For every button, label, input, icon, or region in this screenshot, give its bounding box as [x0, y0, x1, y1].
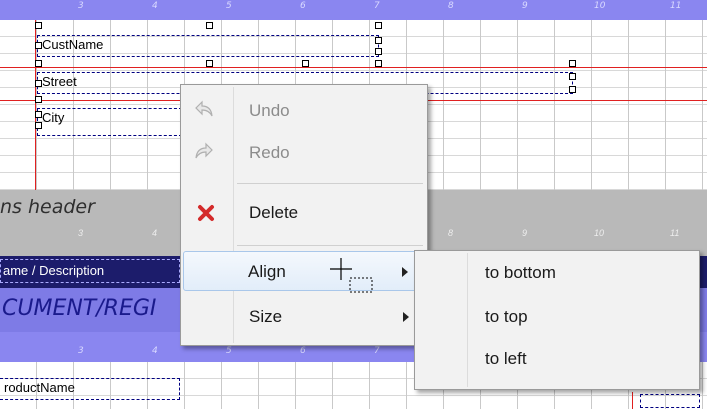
- menu-separator: [237, 183, 423, 184]
- column-header-label: ame / Description: [3, 263, 105, 278]
- menu-item-label: to top: [485, 307, 528, 326]
- ruler-tick: 10: [594, 228, 605, 238]
- resize-handle[interactable]: [206, 22, 213, 29]
- cust-name-field[interactable]: CustName: [37, 35, 379, 57]
- ruler-tick: 5: [226, 1, 232, 11]
- resize-handle[interactable]: [569, 73, 576, 80]
- section-title: ns header: [0, 196, 95, 218]
- menu-item-label: Size: [249, 307, 283, 326]
- ruler-tick: 10: [594, 1, 606, 11]
- resize-handle[interactable]: [569, 86, 576, 93]
- undo-icon: [193, 99, 215, 126]
- ruler-tick: 8: [448, 1, 454, 11]
- menu-item-label: Redo: [249, 143, 290, 162]
- ruler-tick: 3: [78, 1, 84, 11]
- resize-handle[interactable]: [302, 60, 309, 67]
- ruler-tick: 7: [374, 346, 380, 356]
- detail-field[interactable]: [640, 394, 700, 408]
- menu-item-label: to bottom: [485, 263, 556, 282]
- ruler-tick: 5: [226, 346, 232, 356]
- resize-handle[interactable]: [375, 48, 382, 55]
- resize-handle[interactable]: [375, 22, 382, 29]
- context-menu[interactable]: Undo Redo Delete Align Size: [180, 84, 428, 346]
- menu-item-label: Undo: [249, 101, 290, 120]
- resize-handle[interactable]: [375, 37, 382, 44]
- resize-handle[interactable]: [35, 60, 42, 67]
- ruler-tick: 3: [78, 346, 84, 356]
- menu-item-label: to left: [485, 349, 527, 368]
- ruler-tick: 6: [300, 1, 306, 11]
- guide-line: [0, 67, 707, 68]
- align-submenu[interactable]: to bottom to top to left: [414, 250, 700, 390]
- ruler-tick: 8: [448, 228, 454, 238]
- product-name-label: roductName: [4, 380, 75, 395]
- ruler-tick: 3: [78, 228, 84, 238]
- menu-separator: [237, 245, 423, 246]
- move-cursor-icon: [328, 256, 376, 301]
- menu-item-label: Delete: [249, 203, 299, 222]
- ruler-tick: 9: [522, 228, 528, 238]
- product-name-field[interactable]: roductName: [0, 378, 180, 400]
- submenu-item-to-top[interactable]: to top: [417, 297, 697, 337]
- ruler-tick: 4: [152, 346, 158, 356]
- resize-handle[interactable]: [35, 80, 42, 87]
- column-header-cell[interactable]: ame / Description: [0, 259, 180, 283]
- menu-item-undo[interactable]: Undo: [183, 91, 425, 131]
- submenu-item-to-left[interactable]: to left: [417, 339, 697, 379]
- street-label: Street: [42, 74, 77, 89]
- cust-name-label: CustName: [42, 37, 104, 52]
- menu-item-size[interactable]: Size: [183, 297, 425, 337]
- resize-handle[interactable]: [35, 96, 42, 103]
- ruler-tick: 11: [670, 228, 680, 238]
- resize-handle[interactable]: [35, 22, 42, 29]
- ruler-tick: 6: [300, 346, 306, 356]
- ruler-tick: 11: [670, 1, 682, 11]
- menu-item-delete[interactable]: Delete: [183, 193, 425, 233]
- resize-handle[interactable]: [35, 122, 42, 129]
- submenu-arrow-icon: [402, 267, 408, 277]
- top-ruler: 3 4 5 6 7 8 9 10 11: [0, 0, 707, 20]
- city-label: City: [42, 110, 65, 125]
- menu-item-align[interactable]: Align: [183, 251, 425, 291]
- ruler-tick: 4: [152, 1, 158, 11]
- resize-handle[interactable]: [35, 42, 42, 49]
- resize-handle[interactable]: [206, 60, 213, 67]
- ruler-tick: 7: [374, 1, 380, 11]
- menu-item-redo[interactable]: Redo: [183, 133, 425, 173]
- submenu-item-to-bottom[interactable]: to bottom: [417, 253, 697, 293]
- resize-handle[interactable]: [375, 60, 382, 67]
- resize-handle[interactable]: [35, 111, 42, 118]
- menu-item-label: Align: [248, 262, 286, 281]
- guide-line: [632, 392, 633, 409]
- ruler-tick: 9: [522, 1, 528, 11]
- ruler-tick: 4: [152, 228, 158, 238]
- redo-icon: [193, 141, 215, 168]
- delete-icon: [197, 204, 215, 227]
- city-field[interactable]: City: [37, 108, 182, 136]
- submenu-arrow-icon: [403, 312, 409, 322]
- resize-handle[interactable]: [569, 60, 576, 67]
- document-label: CUMENT/REGI: [2, 296, 157, 321]
